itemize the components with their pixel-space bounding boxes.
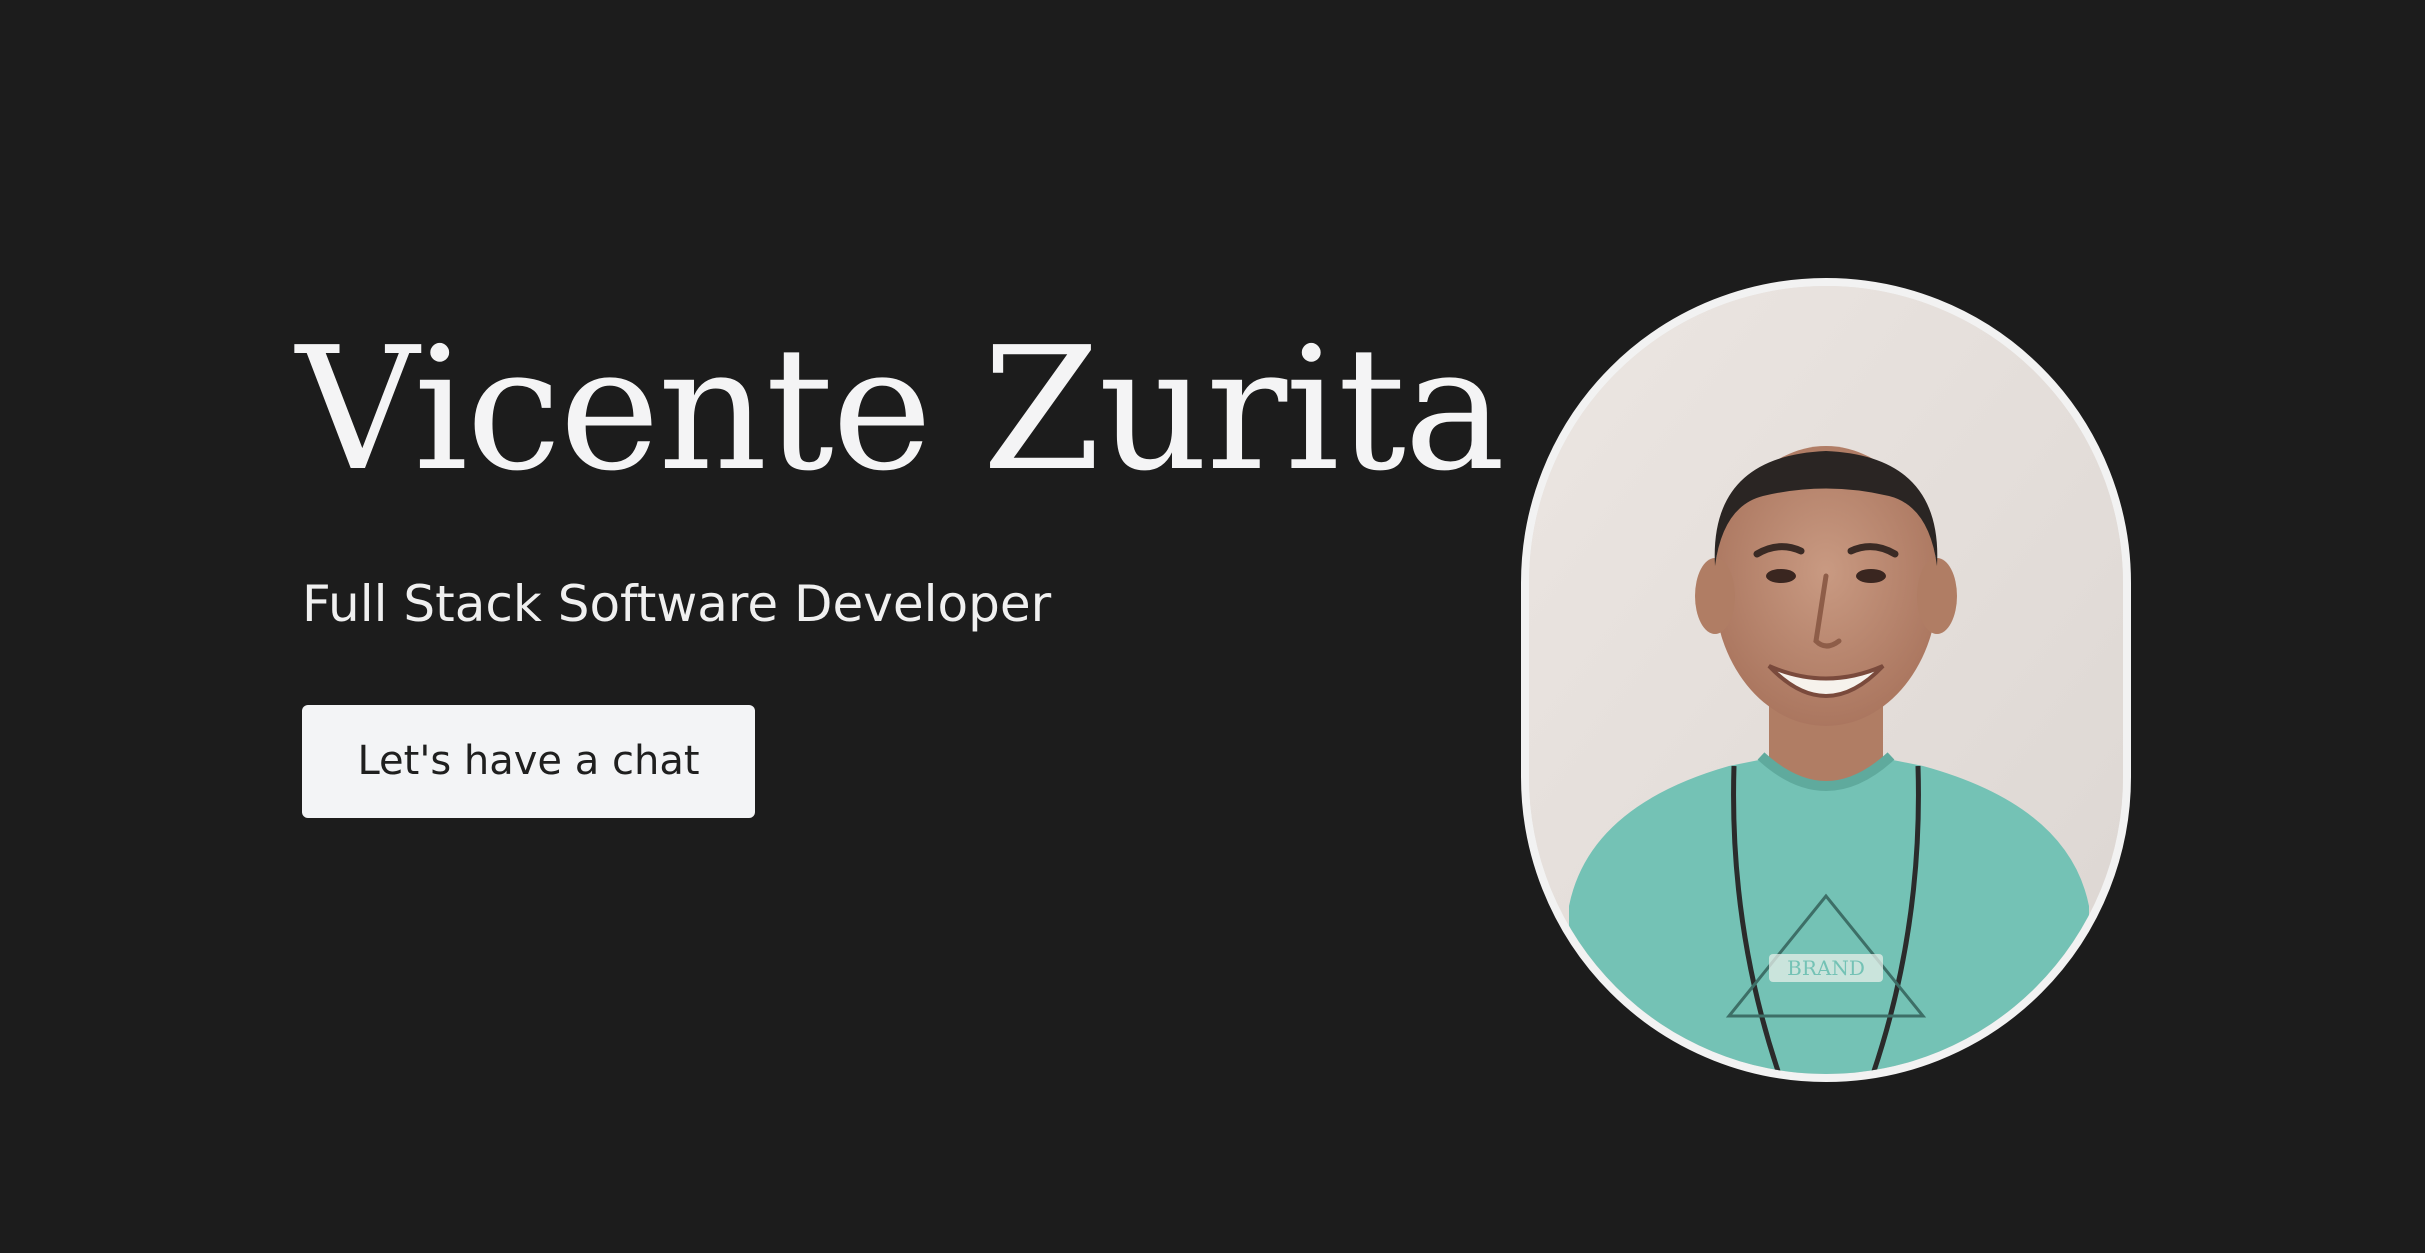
hero-section: Vicente Zurita Full Stack Software Devel… xyxy=(0,0,2425,1253)
shirt-print-text: BRAND xyxy=(1787,956,1865,980)
profile-photo: BRAND xyxy=(1521,278,2131,1082)
hero-name: Vicente Zurita xyxy=(296,311,1505,509)
hero-role: Full Stack Software Developer xyxy=(302,575,1052,633)
portrait-illustration: BRAND xyxy=(1529,286,2123,1074)
chat-button[interactable]: Let's have a chat xyxy=(302,705,755,818)
